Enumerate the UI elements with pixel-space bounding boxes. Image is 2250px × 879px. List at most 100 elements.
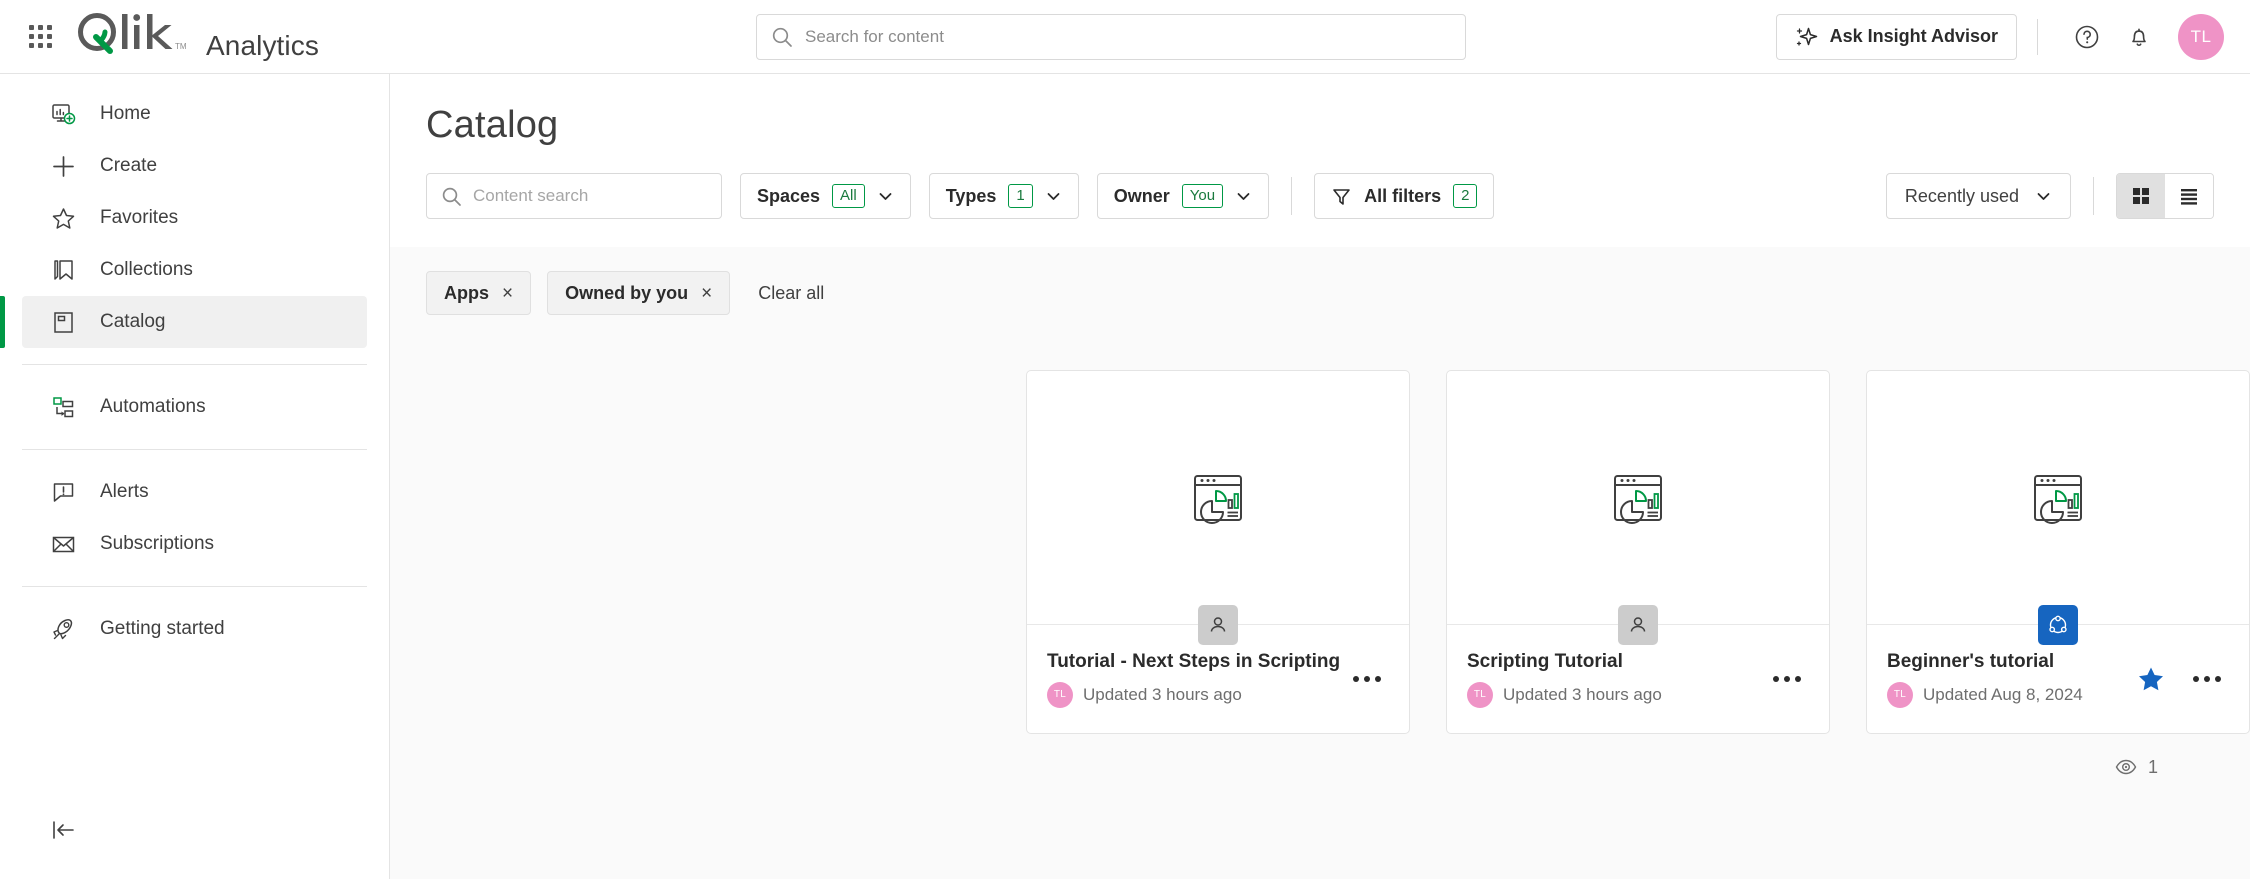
card-meta: Beginner's tutorial TL Updated Aug 8, 20… [1887, 651, 2133, 708]
more-options-icon [1773, 676, 1801, 682]
sidebar-item-label: Create [100, 155, 158, 176]
sidebar-item-favorites[interactable]: Favorites [22, 192, 367, 244]
app-chart-icon [1194, 474, 1242, 524]
card-owner-initials: TL [1893, 689, 1907, 700]
owner-filter-badge: You [1181, 184, 1224, 208]
automations-flow-icon [48, 392, 78, 422]
qlik-brand-logo[interactable]: TM Analytics [76, 11, 319, 62]
sidebar-item-alerts[interactable]: Alerts [22, 466, 367, 518]
envelope-icon [48, 529, 78, 559]
filter-chip-label: Owned by you [565, 282, 689, 303]
types-filter-button[interactable]: Types 1 [928, 173, 1079, 219]
funnel-icon [1333, 188, 1350, 205]
sidebar-divider-2 [22, 449, 367, 450]
star-filled-icon [2139, 667, 2163, 691]
content-search-input[interactable] [473, 186, 707, 206]
svg-text:TM: TM [175, 42, 187, 51]
filter-chip-apps[interactable]: Apps × [426, 271, 532, 315]
main-header-area: Catalog Spaces All [390, 74, 2250, 247]
catalog-card[interactable]: Tutorial - Next Steps in Scripting TL Up… [1026, 370, 1410, 734]
sidebar-item-automations[interactable]: Automations [22, 381, 367, 433]
sidebar-divider-3 [22, 586, 367, 587]
bookmark-icon [48, 255, 78, 285]
card-divider [1027, 604, 1409, 645]
spaces-filter-button[interactable]: Spaces All [740, 173, 911, 219]
card-owner-avatar: TL [1467, 681, 1493, 708]
chevron-down-icon [879, 192, 892, 200]
card-favorite-button[interactable] [2133, 661, 2169, 697]
sidebar-item-subscriptions[interactable]: Subscriptions [22, 518, 367, 570]
space-badge-shared [2038, 604, 2078, 645]
card-owner-avatar: TL [1887, 681, 1913, 708]
rocket-icon [48, 614, 78, 644]
app-launcher-icon[interactable] [18, 15, 62, 59]
sidebar-item-getting-started[interactable]: Getting started [22, 603, 367, 655]
space-badge-personal [1198, 604, 1238, 645]
all-filters-badge: 2 [1453, 184, 1478, 208]
qlik-logo-icon: TM [78, 13, 187, 54]
sidebar-item-collections[interactable]: Collections [22, 244, 367, 296]
clear-all-button[interactable]: Clear all [758, 283, 824, 304]
sidebar-item-home[interactable]: Home [22, 88, 367, 140]
catalog-card[interactable]: Scripting Tutorial TL Updated 3 hours ag… [1446, 370, 1830, 734]
chevron-down-icon [1237, 192, 1250, 200]
list-icon [2181, 189, 2197, 205]
close-icon[interactable]: × [701, 284, 712, 303]
bell-icon [2132, 28, 2146, 46]
sidebar-item-catalog[interactable]: Catalog [0, 296, 367, 348]
sidebar-item-label: Automations [100, 396, 206, 417]
card-title: Beginner's tutorial [1887, 650, 2055, 672]
all-filters-label: All filters [1364, 185, 1442, 206]
plus-icon [48, 151, 78, 181]
card-updated-text: Updated 3 hours ago [1083, 684, 1242, 704]
sidebar-item-label: Home [100, 103, 151, 124]
person-icon [1210, 616, 1226, 632]
app-chart-icon [2034, 474, 2082, 524]
notifications-button[interactable] [2116, 14, 2162, 60]
person-icon [1630, 616, 1646, 632]
toolbar-divider [1291, 177, 1293, 215]
qlik-analytics-app: TM Analytics Ask Insight Advisor [0, 0, 2250, 879]
page-title: Catalog [426, 104, 559, 146]
close-icon[interactable]: × [502, 284, 513, 303]
user-avatar[interactable]: TL [2178, 13, 2224, 60]
avatar-initials: TL [2190, 26, 2212, 46]
spaces-filter-badge: All [832, 184, 865, 208]
catalog-card[interactable]: Beginner's tutorial TL Updated Aug 8, 20… [1866, 370, 2250, 734]
filter-chip-owned-by-you[interactable]: Owned by you × [547, 271, 731, 315]
catalog-card-grid: Tutorial - Next Steps in Scripting TL Up… [390, 315, 2250, 734]
types-filter-badge: 1 [1008, 184, 1033, 208]
grid-view-toggle[interactable] [2117, 174, 2165, 218]
ask-insight-advisor-label: Ask Insight Advisor [1829, 26, 1998, 46]
help-button[interactable] [2064, 14, 2110, 60]
global-search-box[interactable] [756, 14, 1466, 60]
card-more-options-button[interactable] [1349, 661, 1385, 697]
owner-filter-label: Owner [1113, 185, 1170, 206]
sidebar-item-label: Collections [100, 259, 193, 280]
global-search-input[interactable] [805, 27, 1451, 47]
catalog-book-icon [48, 307, 78, 337]
list-view-toggle[interactable] [2165, 174, 2213, 218]
ask-insight-advisor-button[interactable]: Ask Insight Advisor [1775, 13, 2017, 60]
content-search-box[interactable] [426, 173, 722, 219]
toolbar-right-group: Recently used [1885, 173, 2214, 219]
eye-icon [2115, 759, 2137, 775]
card-more-options-button[interactable] [1769, 661, 1805, 697]
sidebar-item-label: Alerts [100, 481, 149, 502]
brand-title: Analytics [206, 30, 319, 61]
card-title: Scripting Tutorial [1467, 650, 1623, 672]
sidebar-item-label: Getting started [100, 618, 225, 639]
all-filters-button[interactable]: All filters 2 [1314, 173, 1495, 219]
sidebar-item-label: Catalog [100, 311, 166, 332]
sidebar-item-create[interactable]: Create [22, 140, 367, 192]
card-title: Tutorial - Next Steps in Scripting [1047, 650, 1341, 672]
global-search [756, 14, 1466, 60]
collapse-sidebar-icon[interactable] [46, 813, 80, 847]
owner-filter-button[interactable]: Owner You [1096, 173, 1270, 219]
card-owner-initials: TL [1053, 689, 1067, 700]
card-more-options-button[interactable] [2189, 661, 2225, 697]
card-actions [2133, 661, 2225, 697]
more-options-icon [1353, 676, 1381, 682]
sort-dropdown[interactable]: Recently used [1885, 173, 2071, 219]
card-thumbnail [1867, 371, 2249, 624]
